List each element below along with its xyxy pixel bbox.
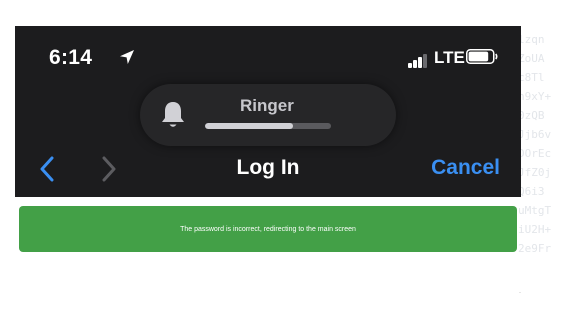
- background-noise: lzqn ZoUA c8Tl n9xY+ 0zQB Jjb6v DOrEc JfZ0j Q6i3…: [518, 30, 562, 270]
- location-arrow-icon: [119, 49, 135, 70]
- background-noise-line: n9xY+: [518, 90, 552, 103]
- ringer-volume-fill: [205, 123, 294, 129]
- ringer-volume-hud: Ringer: [140, 84, 396, 146]
- network-type: LTE: [434, 48, 465, 67]
- status-time: 6:14: [49, 46, 93, 69]
- background-noise-line: ZoUA: [518, 52, 545, 65]
- background-noise-line: Jjb6v: [518, 128, 552, 141]
- screen: lzqn ZoUA c8Tl n9xY+ 0zQB Jjb6v DOrEc JfZ0j Q6i3…: [0, 0, 562, 335]
- ringer-volume-slider[interactable]: [205, 123, 331, 129]
- background-noise-line: JfZ0j: [518, 166, 552, 179]
- background-noise-line: uMtgT: [518, 204, 552, 217]
- toast-message: The password is incorrect, redirecting t…: [180, 225, 356, 233]
- cellular-signal-icon: [408, 53, 430, 68]
- cancel-button[interactable]: Cancel: [431, 156, 500, 180]
- error-toast: The password is incorrect, redirecting t…: [19, 206, 517, 252]
- background-noise-line: c8Tl: [518, 71, 545, 84]
- divider-dot: [519, 292, 521, 293]
- ringer-label: Ringer: [240, 96, 294, 115]
- background-noise-line: lzqn: [518, 33, 545, 46]
- phone-screen: 6:14 LTE Ringer Log In Cancel: [15, 26, 521, 197]
- battery-icon: [466, 49, 498, 69]
- background-noise-line: DOrEc: [518, 147, 552, 160]
- background-noise-line: iU2H+: [518, 223, 552, 236]
- background-noise-line: Q6i3: [518, 185, 545, 198]
- bell-icon: [160, 100, 186, 135]
- background-noise-line: 0zQB: [518, 109, 545, 122]
- background-noise-line: 2e9Fr: [518, 242, 552, 255]
